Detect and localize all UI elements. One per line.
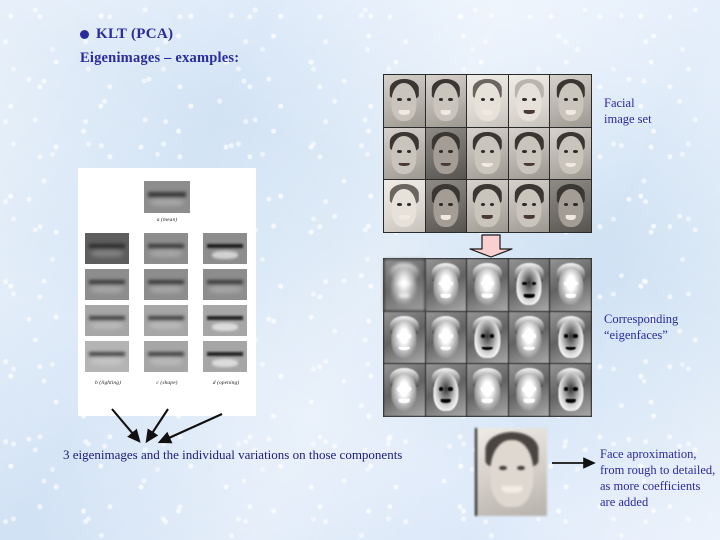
eigenface-cell (467, 364, 508, 416)
approximated-face-image (475, 428, 547, 516)
eigenfaces-label-line2: “eigenfaces” (604, 328, 668, 342)
eigenimage-mouth-panel: a (mean) b (lighting) c (shape) d (openi… (78, 168, 256, 416)
face-photo-cell (508, 180, 550, 232)
mouth-column-label-lighting: b (lighting) (94, 380, 122, 386)
eigenface-cell (508, 311, 550, 364)
eigenface-cell (550, 259, 591, 311)
title-bullet-line: KLT (PCA) (80, 26, 239, 43)
mouth-variation-cell (203, 269, 247, 300)
face-photo-cell (467, 75, 508, 127)
mouth-variation-cell (203, 305, 247, 336)
eigenface-cell (467, 259, 508, 311)
facial-image-set-label-line2: image set (604, 112, 652, 126)
face-photo-cell (508, 127, 550, 180)
face-photo-cell (384, 127, 425, 180)
mouth-variation-cell (85, 341, 129, 372)
eigenfaces-label-line1: Corresponding (604, 312, 679, 326)
mouth-variation-cell (144, 341, 188, 372)
mouth-variation-cell (203, 341, 247, 372)
page-subtitle: Eigenimages – examples: (80, 49, 240, 66)
title-block: KLT (PCA) Eigenimages – examples: (80, 26, 239, 67)
mouth-column-label-shape: c (shape) (156, 380, 178, 386)
eigenface-cell (425, 364, 467, 416)
slide-canvas: KLT (PCA) Eigenimages – examples: a (mea… (0, 0, 720, 540)
facial-image-set-grid (383, 74, 592, 233)
mouth-variation-cell (144, 233, 188, 264)
eigenface-cell (508, 364, 550, 416)
eigenface-cell (508, 259, 550, 311)
face-photo-cell (550, 180, 591, 232)
eigenfaces-label: Corresponding “eigenfaces” (604, 311, 678, 343)
facial-image-set-label: Facial image set (604, 95, 652, 127)
mouth-column-label-opening: d (opening) (212, 380, 240, 386)
mouth-variation-cell (144, 305, 188, 336)
face-photo-cell (384, 180, 425, 232)
face-photo-cell (508, 75, 550, 127)
bullet-dot-icon (80, 29, 89, 39)
pointer-arrow-opening (157, 413, 223, 444)
eigenface-cell (425, 259, 467, 311)
facial-image-set-label-line1: Facial (604, 96, 635, 110)
eigenface-cell (384, 364, 425, 416)
face-approximation-label: Face aproximation, from rough to detaile… (600, 447, 716, 509)
face-photo-cell (425, 127, 467, 180)
eigenface-cell (384, 259, 425, 311)
eigenfaces-grid (383, 258, 592, 417)
mouth-variation-cell (85, 305, 129, 336)
eigenface-cell (550, 364, 591, 416)
face-photo-cell (467, 180, 508, 232)
eigenface-cell (384, 311, 425, 364)
mean-mouth-image (144, 181, 190, 213)
face-photo-cell (425, 180, 467, 232)
face-photo-cell (384, 75, 425, 127)
mouth-variation-cell (144, 269, 188, 300)
face-photo-cell (550, 127, 591, 180)
eigenface-cell (425, 311, 467, 364)
face-photo-cell (467, 127, 508, 180)
face-photo-cell (550, 75, 591, 127)
down-arrow-shape (469, 234, 513, 258)
mouth-column-labels: b (lighting) c (shape) d (opening) (88, 376, 246, 386)
eigenface-cell (467, 311, 508, 364)
eigenimages-caption: 3 eigenimages and the individual variati… (63, 447, 403, 462)
mouth-variation-cell (85, 269, 129, 300)
mouth-variation-cell (203, 233, 247, 264)
eigenface-cell (550, 311, 591, 364)
mean-image-label: a (mean) (156, 217, 178, 223)
mean-image-wrap: a (mean) (88, 181, 246, 223)
mouth-variation-grid (85, 233, 247, 372)
mouth-variation-cell (85, 233, 129, 264)
page-title: KLT (PCA) (96, 26, 174, 42)
face-photo-cell (425, 75, 467, 127)
